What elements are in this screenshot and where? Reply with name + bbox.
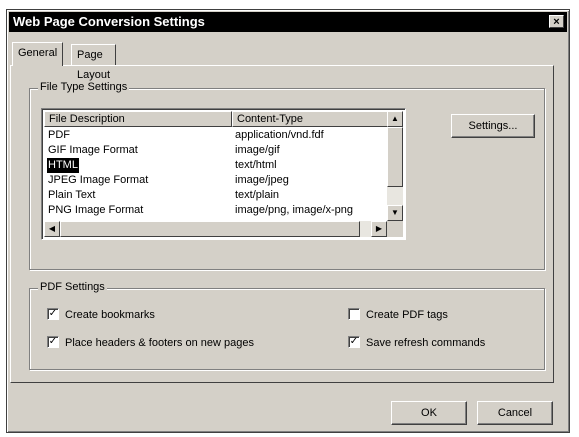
scrollbar-corner bbox=[387, 221, 403, 237]
table-row[interactable]: GIF Image Format image/gif bbox=[44, 143, 387, 158]
cancel-button-label: Cancel bbox=[497, 407, 533, 419]
place-headers-footers-checkbox[interactable]: ✓ Place headers & footers on new pages bbox=[47, 336, 254, 352]
checkbox-label: Place headers & footers on new pages bbox=[65, 337, 254, 349]
row-description: GIF Image Format bbox=[48, 144, 138, 156]
row-description: JPEG Image Format bbox=[48, 174, 149, 186]
general-tab-panel: File Type Settings File Description Cont… bbox=[10, 65, 554, 383]
create-pdf-tags-checkbox[interactable]: Create PDF tags bbox=[348, 308, 448, 324]
vertical-scrollbar[interactable]: ▲ ▼ bbox=[387, 111, 403, 221]
checkbox-label: Save refresh commands bbox=[366, 337, 486, 349]
column-header-label: File Description bbox=[49, 113, 125, 125]
row-description: HTML bbox=[47, 158, 79, 173]
table-row-selected[interactable]: HTML text/html bbox=[44, 158, 387, 173]
checkbox-checked[interactable]: ✓ bbox=[47, 308, 59, 321]
row-content-type: text/plain bbox=[235, 189, 280, 201]
horizontal-scrollbar[interactable]: ◀ ▶ bbox=[44, 221, 387, 237]
file-type-list[interactable]: File Description Content-Type PDF applic… bbox=[41, 108, 406, 240]
row-content-type: application/vnd.fdf bbox=[235, 129, 324, 141]
tab-general[interactable]: General bbox=[12, 42, 64, 66]
scroll-left-button[interactable]: ◀ bbox=[44, 221, 60, 237]
checkbox-unchecked[interactable] bbox=[348, 308, 360, 321]
save-refresh-commands-checkbox[interactable]: ✓ Save refresh commands bbox=[348, 336, 485, 352]
list-header: File Description Content-Type bbox=[44, 111, 391, 127]
row-description: Plain Text bbox=[48, 189, 96, 201]
settings-button-label: Settings... bbox=[468, 120, 518, 132]
row-content-type: image/jpeg bbox=[235, 174, 289, 186]
settings-button[interactable]: Settings... bbox=[451, 114, 535, 138]
vertical-scroll-thumb[interactable] bbox=[387, 127, 403, 187]
scroll-down-button[interactable]: ▼ bbox=[387, 205, 403, 221]
pdf-settings-group: PDF Settings bbox=[29, 281, 545, 370]
column-header-file-description[interactable]: File Description bbox=[44, 111, 232, 127]
cancel-button[interactable]: Cancel bbox=[477, 401, 553, 425]
title-bar[interactable]: Web Page Conversion Settings × bbox=[9, 12, 567, 32]
table-row[interactable]: Plain Text text/plain bbox=[44, 188, 387, 203]
ok-button-label: OK bbox=[421, 407, 437, 419]
close-icon: × bbox=[553, 16, 560, 28]
tab-general-label: General bbox=[18, 47, 58, 59]
horizontal-scroll-thumb[interactable] bbox=[60, 221, 360, 237]
triangle-right-icon: ▶ bbox=[375, 224, 383, 233]
file-type-settings-label: File Type Settings bbox=[38, 81, 130, 93]
checkbox-checked[interactable]: ✓ bbox=[348, 336, 360, 349]
triangle-left-icon: ◀ bbox=[48, 224, 56, 233]
row-description: PDF bbox=[48, 129, 70, 141]
checkbox-label: Create bookmarks bbox=[65, 309, 155, 321]
tab-page-layout[interactable]: Page Layout bbox=[71, 44, 117, 81]
triangle-down-icon: ▼ bbox=[391, 208, 399, 217]
table-row[interactable]: JPEG Image Format image/jpeg bbox=[44, 173, 387, 188]
row-content-type: image/png, image/x-png bbox=[235, 204, 354, 216]
checkbox-checked[interactable]: ✓ bbox=[47, 336, 59, 349]
triangle-up-icon: ▲ bbox=[391, 114, 399, 123]
table-row[interactable]: PDF application/vnd.fdf bbox=[44, 128, 387, 143]
checkbox-label: Create PDF tags bbox=[366, 309, 448, 321]
scroll-up-button[interactable]: ▲ bbox=[387, 111, 403, 127]
row-content-type: text/html bbox=[235, 159, 277, 171]
pdf-settings-label: PDF Settings bbox=[38, 281, 107, 293]
ok-button[interactable]: OK bbox=[391, 401, 467, 425]
create-bookmarks-checkbox[interactable]: ✓ Create bookmarks bbox=[47, 308, 155, 324]
scroll-right-button[interactable]: ▶ bbox=[371, 221, 387, 237]
column-header-label: Content-Type bbox=[237, 113, 304, 125]
window-title: Web Page Conversion Settings bbox=[13, 14, 205, 29]
close-button[interactable]: × bbox=[549, 15, 564, 28]
table-row[interactable]: PNG Image Format image/png, image/x-png bbox=[44, 203, 387, 218]
column-header-content-type[interactable]: Content-Type bbox=[232, 111, 391, 127]
row-description: PNG Image Format bbox=[48, 204, 144, 216]
row-content-type: image/gif bbox=[235, 144, 280, 156]
